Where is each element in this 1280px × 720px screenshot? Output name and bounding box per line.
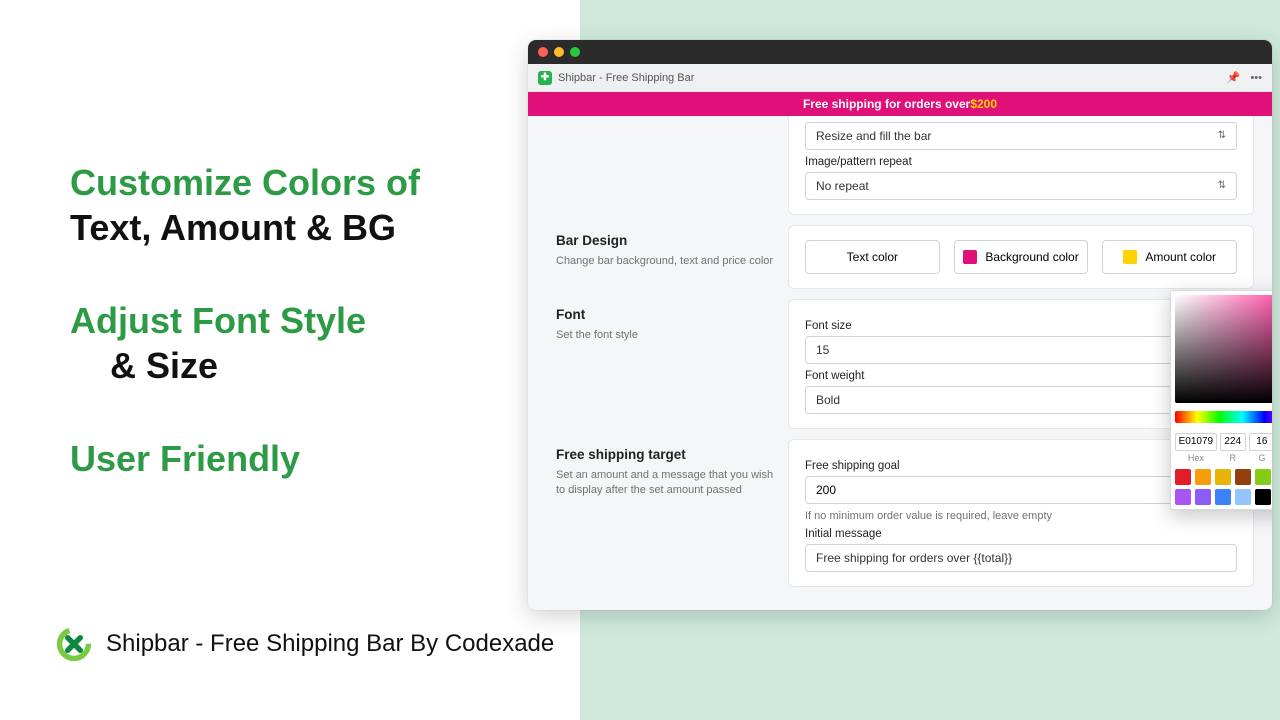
- headline-1-green: Customize Colors of: [70, 162, 420, 203]
- swatch-icon[interactable]: [1235, 469, 1251, 485]
- resize-select-value: Resize and fill the bar: [816, 129, 931, 143]
- chevron-updown-icon: ⇅: [1218, 181, 1226, 191]
- g-label: G: [1249, 453, 1272, 463]
- swatch-icon[interactable]: [1215, 489, 1231, 505]
- hex-label: Hex: [1175, 453, 1217, 463]
- app-window: ✚ Shipbar - Free Shipping Bar 📌 ••• Free…: [528, 40, 1272, 610]
- section-bar-design: Bar Design Change bar background, text a…: [546, 225, 1254, 289]
- swatch-icon[interactable]: [1255, 469, 1271, 485]
- swatch-icon[interactable]: [1215, 469, 1231, 485]
- font-size-value: 15: [816, 343, 829, 357]
- codexade-logo-icon: [56, 626, 92, 662]
- resize-select[interactable]: Resize and fill the bar ⇅: [805, 122, 1237, 150]
- initial-message-input[interactable]: Free shipping for orders over {{total}}: [805, 544, 1237, 572]
- headline-2: Adjust Font Style & Size: [70, 298, 510, 388]
- goal-help: If no minimum order value is required, l…: [805, 510, 1237, 522]
- font-weight-value: Bold: [816, 393, 840, 407]
- swatch-icon[interactable]: [1195, 489, 1211, 505]
- swatch-icon[interactable]: [1255, 489, 1271, 505]
- shipping-bar-preview: Free shipping for orders over $200: [528, 92, 1272, 116]
- pin-icon[interactable]: 📌: [1227, 71, 1241, 84]
- amount-color-swatch-icon: [1123, 250, 1137, 264]
- headline-1-black: Text, Amount & BG: [70, 207, 396, 248]
- headline-1: Customize Colors of Text, Amount & BG: [70, 160, 510, 250]
- target-desc: Set an amount and a message that you wis…: [556, 468, 774, 498]
- font-desc: Set the font style: [556, 328, 774, 343]
- text-color-button[interactable]: Text color: [805, 240, 940, 274]
- text-color-label: Text color: [847, 250, 898, 264]
- traffic-max-icon[interactable]: [570, 47, 580, 57]
- image-settings-card: Resize and fill the bar ⇅ Image/pattern …: [788, 116, 1254, 215]
- section-font: Font Set the font style Font size 15 ⇅ F…: [546, 299, 1254, 429]
- bar-design-desc: Change bar background, text and price co…: [556, 254, 774, 269]
- bg-color-label: Background color: [985, 250, 1078, 264]
- hue-slider[interactable]: [1175, 411, 1272, 423]
- repeat-label: Image/pattern repeat: [805, 156, 1237, 168]
- bar-design-title: Bar Design: [556, 233, 774, 248]
- msg-value: Free shipping for orders over {{total}}: [816, 551, 1012, 565]
- window-titlebar[interactable]: [528, 40, 1272, 64]
- saturation-value-area[interactable]: [1175, 295, 1272, 403]
- swatch-icon[interactable]: [1175, 469, 1191, 485]
- chevron-updown-icon: ⇅: [1218, 131, 1226, 141]
- headline-3-green: User Friendly: [70, 438, 300, 479]
- font-title: Font: [556, 307, 774, 322]
- preset-swatches: [1175, 469, 1272, 505]
- repeat-select-value: No repeat: [816, 179, 869, 193]
- repeat-select[interactable]: No repeat ⇅: [805, 172, 1237, 200]
- traffic-close-icon[interactable]: [538, 47, 548, 57]
- marketing-copy: Customize Colors of Text, Amount & BG Ad…: [70, 160, 510, 529]
- amount-color-label: Amount color: [1145, 250, 1216, 264]
- goal-value: 200: [805, 476, 1219, 504]
- r-input[interactable]: [1220, 433, 1246, 451]
- g-input[interactable]: [1249, 433, 1272, 451]
- section-target: Free shipping target Set an amount and a…: [546, 439, 1254, 587]
- hex-input[interactable]: [1175, 433, 1217, 451]
- headline-2-black: & Size: [70, 345, 218, 386]
- tab-more-icon[interactable]: •••: [1250, 72, 1262, 84]
- app-favicon-icon: ✚: [538, 71, 552, 85]
- shipbar-text: Free shipping for orders over: [803, 97, 970, 111]
- target-title: Free shipping target: [556, 447, 774, 462]
- swatch-icon[interactable]: [1195, 469, 1211, 485]
- color-picker-popover[interactable]: Hex R G B A: [1170, 290, 1272, 510]
- swatch-icon[interactable]: [1175, 489, 1191, 505]
- msg-label: Initial message: [805, 528, 1237, 540]
- headline-2-green: Adjust Font Style: [70, 300, 366, 341]
- traffic-min-icon[interactable]: [554, 47, 564, 57]
- brand-text: Shipbar - Free Shipping Bar By Codexade: [106, 630, 554, 658]
- swatch-icon[interactable]: [1235, 489, 1251, 505]
- amount-color-button[interactable]: Amount color: [1102, 240, 1237, 274]
- brand-row: Shipbar - Free Shipping Bar By Codexade: [56, 626, 554, 662]
- browser-tabbar: ✚ Shipbar - Free Shipping Bar 📌 •••: [528, 64, 1272, 92]
- shipbar-amount: $200: [970, 97, 997, 111]
- r-label: R: [1220, 453, 1246, 463]
- headline-3: User Friendly: [70, 436, 510, 481]
- tab-title: Shipbar - Free Shipping Bar: [558, 72, 694, 84]
- settings-content: Resize and fill the bar ⇅ Image/pattern …: [528, 116, 1272, 610]
- bg-color-swatch-icon: [963, 250, 977, 264]
- background-color-button[interactable]: Background color: [954, 240, 1089, 274]
